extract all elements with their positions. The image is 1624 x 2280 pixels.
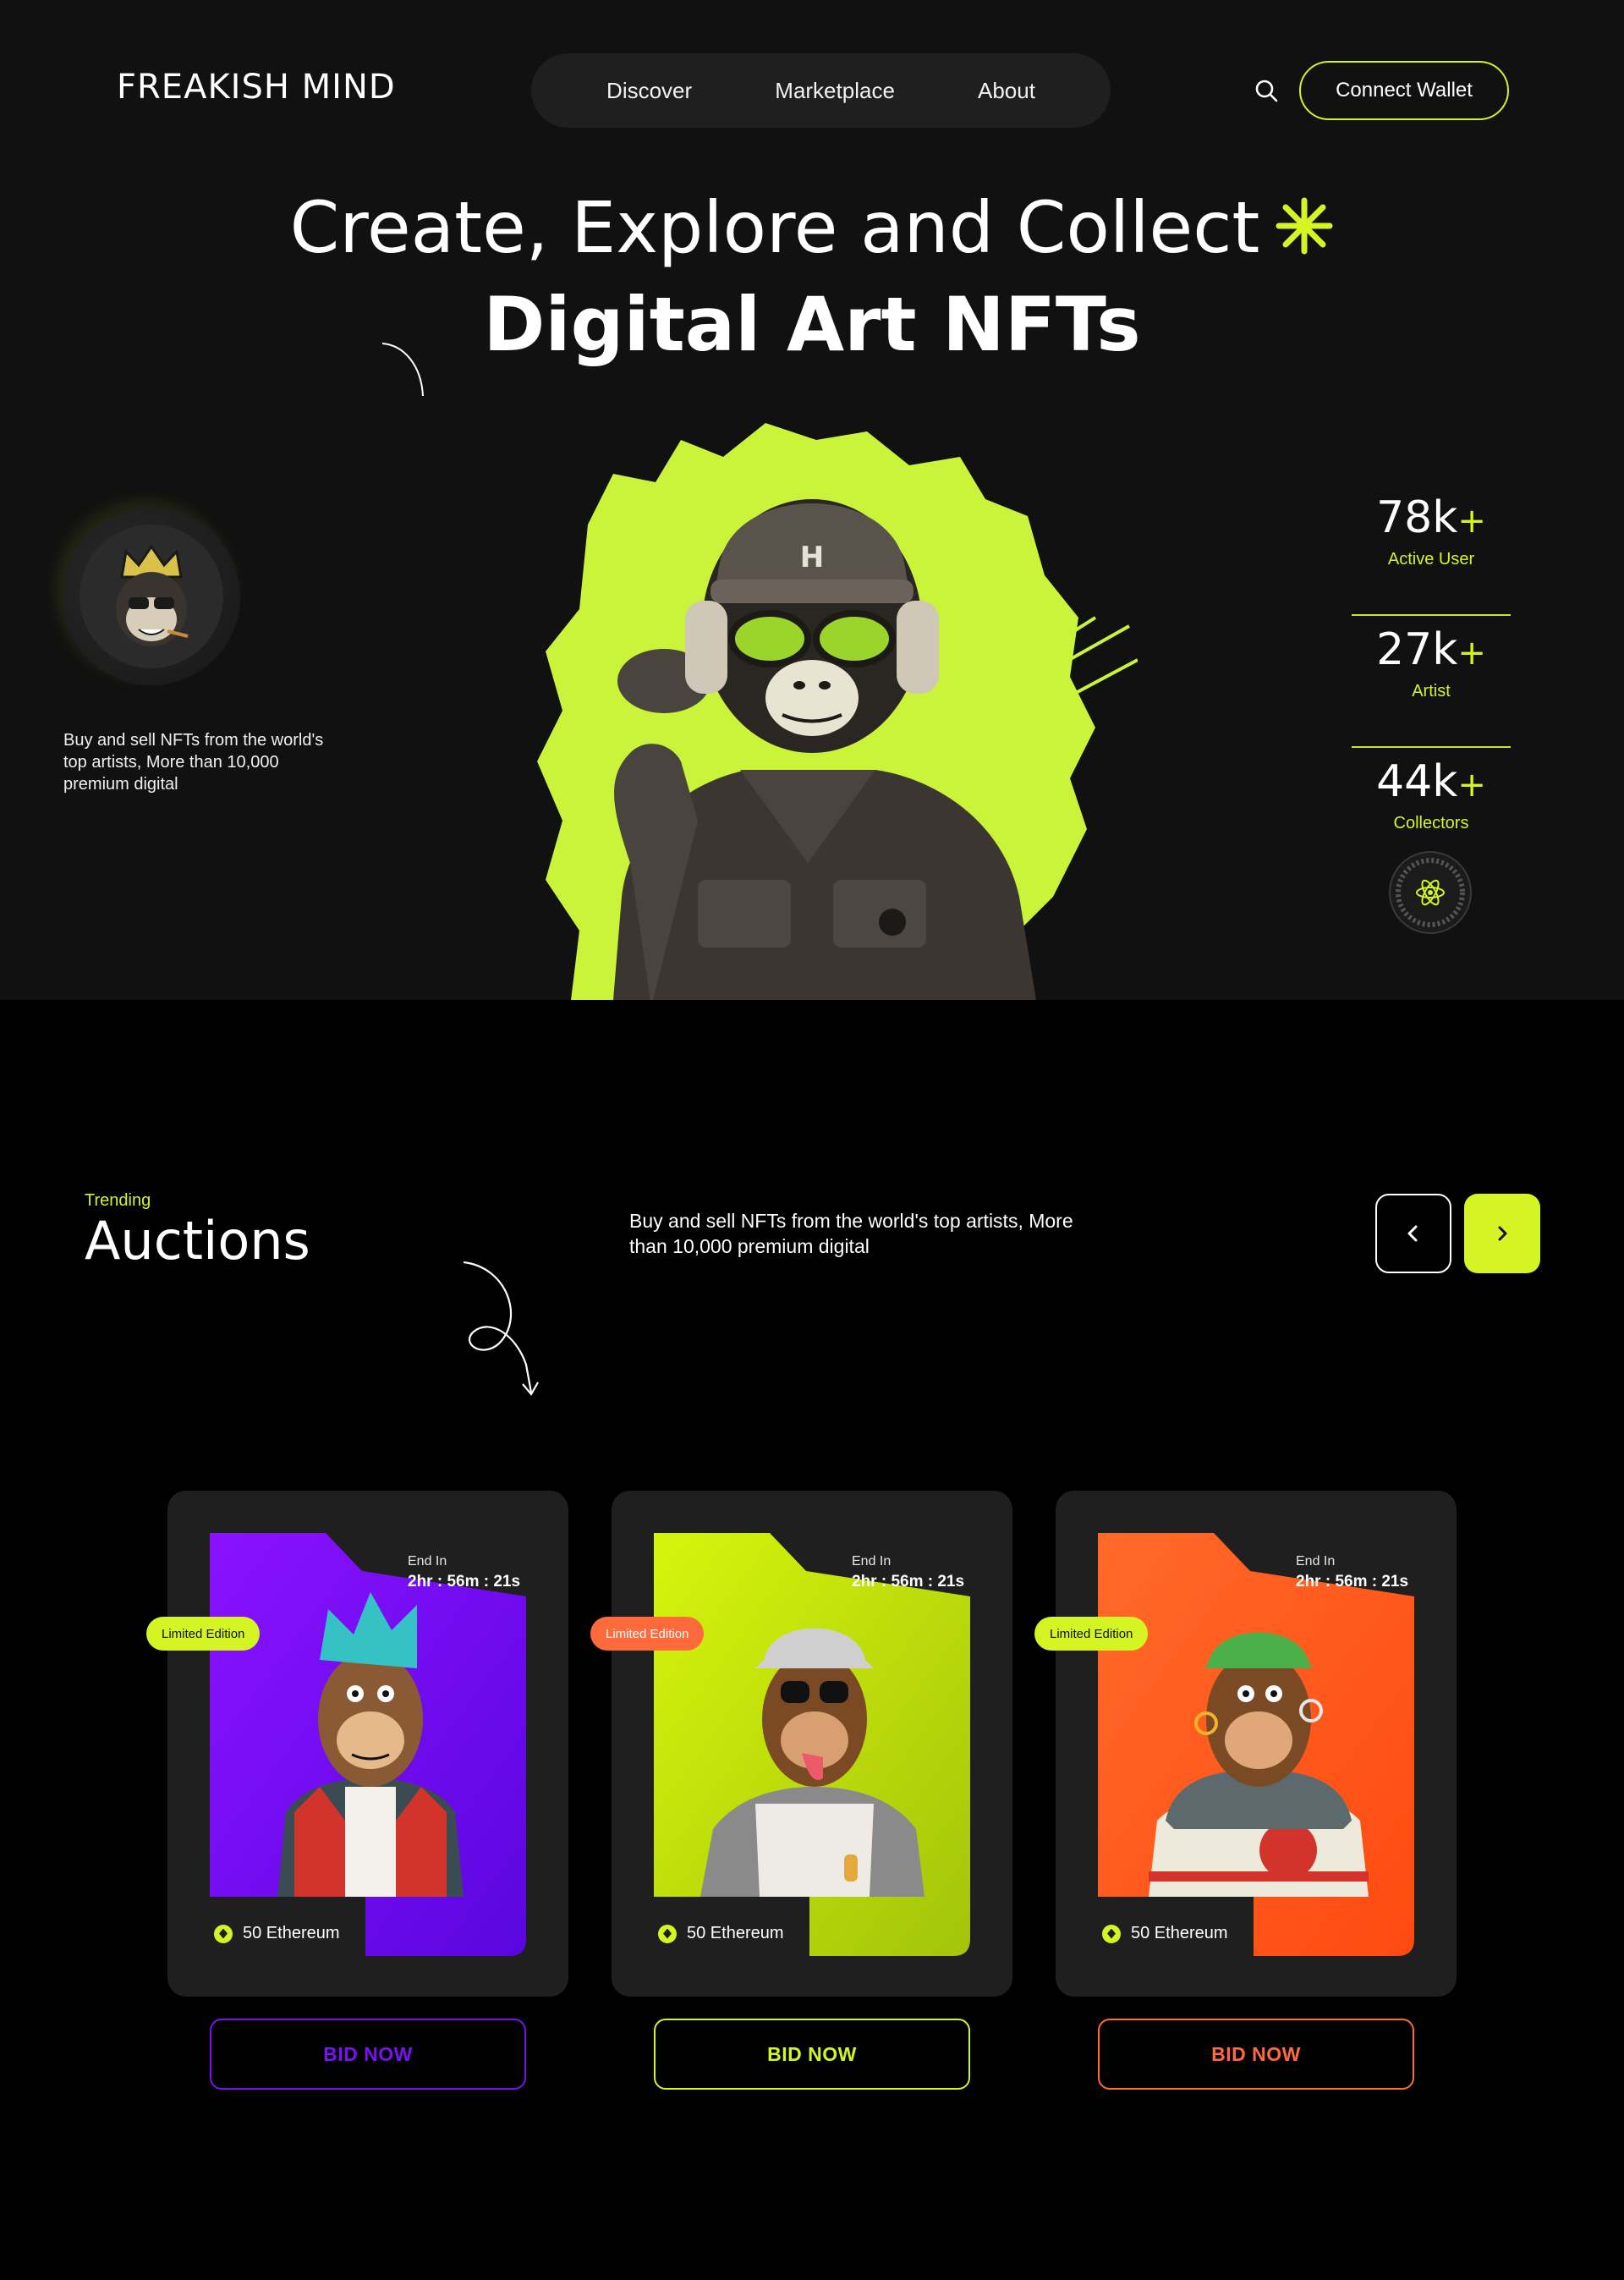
hero-title-line1: Create, Explore and Collect [0, 186, 1624, 269]
nav-marketplace[interactable]: Marketplace [775, 78, 895, 104]
stat-number: 78k [1376, 492, 1458, 543]
limited-edition-badge: Limited Edition [146, 1617, 261, 1651]
hero-title-line1-text: Create, Explore and Collect [289, 186, 1260, 269]
countdown-timer: 2hr : 56m : 21s [1296, 1573, 1409, 1591]
countdown-timer: 2hr : 56m : 21s [408, 1573, 521, 1591]
price: 50 Ethereum [214, 1924, 340, 1943]
bid-now-button[interactable]: BID NOW [654, 2019, 970, 2090]
stat-number: 27k [1376, 624, 1458, 675]
bid-now-button[interactable]: BID NOW [210, 2019, 526, 2090]
nft-artwork [210, 1533, 526, 1956]
asterisk-icon [1276, 197, 1333, 255]
connect-wallet-button[interactable]: Connect Wallet [1299, 61, 1509, 120]
atom-badge-icon[interactable] [1388, 850, 1473, 935]
avatar-inner [80, 525, 223, 668]
countdown-timer: 2hr : 56m : 21s [852, 1573, 965, 1591]
price-value: 50 Ethereum [1131, 1924, 1228, 1942]
featured-avatar[interactable] [63, 508, 240, 685]
hero-title-line2: Digital Art NFTs [483, 281, 1141, 368]
auctions-eyebrow: Trending [85, 1191, 151, 1210]
chevron-right-icon [1498, 1226, 1507, 1241]
stat-label: Artist [1412, 682, 1451, 700]
price-value: 50 Ethereum [243, 1924, 340, 1942]
stat-label: Active User [1387, 550, 1475, 569]
ethereum-icon [1102, 1924, 1121, 1943]
end-in-label: End In [852, 1554, 892, 1569]
main-nav: Discover Marketplace About [531, 53, 1111, 128]
ethereum-icon [214, 1924, 233, 1943]
nav-about[interactable]: About [978, 78, 1035, 104]
auction-card[interactable]: End In 2hr : 56m : 21s 50 Ethereum [167, 1491, 568, 1997]
auction-card[interactable]: End In 2hr : 56m : 21s 50 Ethereum [1056, 1491, 1457, 1997]
stat-active-users: 78k+ Active User [1352, 484, 1511, 616]
svg-text:H: H [800, 541, 824, 574]
next-button[interactable] [1464, 1194, 1540, 1273]
search-icon[interactable] [1254, 78, 1279, 103]
hero-section: FREAKISH MIND Discover Marketplace About… [0, 0, 1624, 1000]
stat-value: 78k+ [1352, 492, 1511, 543]
price: 50 Ethereum [1102, 1924, 1228, 1943]
stat-value: 27k+ [1352, 624, 1511, 675]
hero-description: Buy and sell NFTs from the world's top a… [63, 731, 324, 794]
auctions-title: Auctions [85, 1210, 310, 1272]
auctions-description: Buy and sell NFTs from the world's top a… [629, 1210, 1073, 1257]
end-in-label: End In [1296, 1554, 1336, 1569]
decorative-arc [381, 343, 424, 397]
hero-ape-illustration: H [537, 423, 1138, 1000]
ethereum-icon [658, 1924, 677, 1943]
auction-card[interactable]: End In 2hr : 56m : 21s 50 Ethereum [612, 1491, 1012, 1997]
stat-plus: + [1457, 766, 1486, 805]
nft-artwork [654, 1533, 970, 1956]
stat-label: Collectors [1393, 814, 1469, 832]
price-value: 50 Ethereum [687, 1924, 784, 1942]
stats-panel: 78k+ Active User 27k+ Artist 44k+ Collec… [1352, 484, 1511, 880]
end-in-label: End In [408, 1554, 447, 1569]
logo[interactable]: FREAKISH MIND [117, 68, 396, 107]
chevron-left-icon [1407, 1225, 1418, 1242]
stat-number: 44k [1376, 756, 1458, 807]
nav-discover[interactable]: Discover [606, 78, 692, 104]
prev-button[interactable] [1375, 1194, 1451, 1273]
bid-now-button[interactable]: BID NOW [1098, 2019, 1414, 2090]
stat-plus: + [1457, 634, 1486, 673]
stat-plus: + [1457, 502, 1486, 541]
stat-value: 44k+ [1352, 756, 1511, 807]
crowned-ape-avatar [116, 544, 189, 646]
loop-arrow-icon [463, 1261, 539, 1396]
limited-edition-badge: Limited Edition [590, 1617, 705, 1651]
limited-edition-badge: Limited Edition [1034, 1617, 1149, 1651]
nft-artwork [1098, 1533, 1414, 1956]
price: 50 Ethereum [658, 1924, 784, 1943]
stat-artists: 27k+ Artist [1352, 616, 1511, 748]
